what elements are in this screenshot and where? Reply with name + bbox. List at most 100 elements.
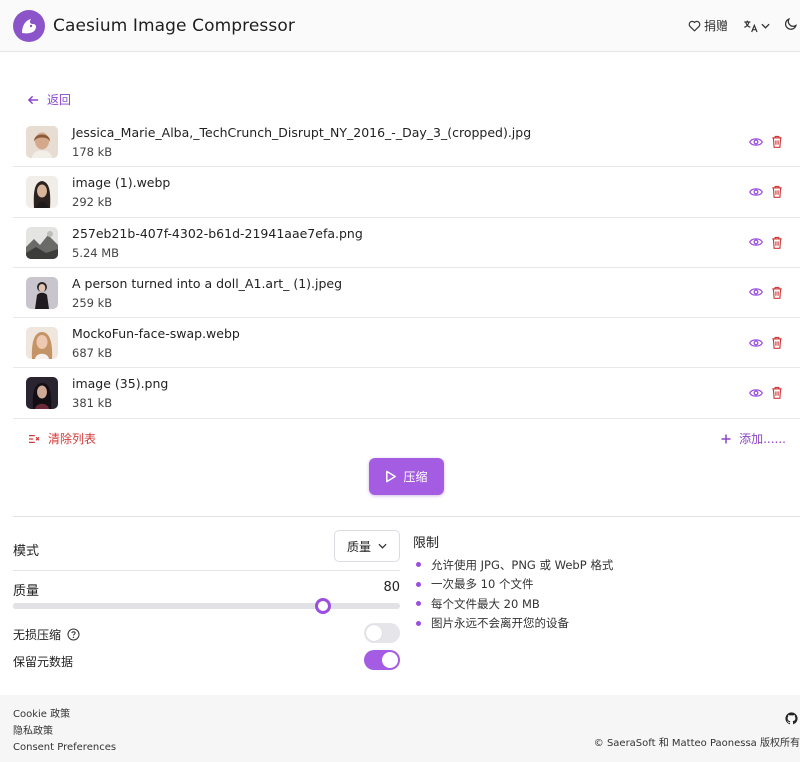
- language-selector[interactable]: [743, 19, 770, 33]
- mode-select[interactable]: 质量: [334, 530, 400, 562]
- file-thumbnail[interactable]: [26, 327, 58, 360]
- limits-item: 每个文件最大 20 MB: [413, 594, 793, 614]
- file-size: 292 kB: [72, 195, 113, 210]
- chevron-down-icon: [761, 23, 770, 29]
- app-logo-icon[interactable]: [13, 10, 45, 42]
- file-actions: [749, 386, 783, 400]
- app-title: Caesium Image Compressor: [53, 16, 295, 36]
- trash-icon[interactable]: [771, 135, 783, 148]
- eye-icon[interactable]: [749, 287, 763, 297]
- file-row: A person turned into a doll_A1.art_ (1).…: [13, 268, 800, 319]
- cookie-policy-link[interactable]: Cookie 政策: [13, 707, 116, 724]
- consent-preferences-link[interactable]: Consent Preferences: [13, 740, 116, 757]
- header-actions: 捐赠: [688, 17, 800, 34]
- file-name: 257eb21b-407f-4302-b61d-21941aae7efa.png: [72, 225, 363, 241]
- heart-icon: [688, 20, 701, 31]
- file-thumbnail[interactable]: [26, 176, 58, 209]
- limits-item-text: 每个文件最大 20 MB: [431, 596, 540, 611]
- keep-metadata-toggle-knob: [382, 652, 398, 668]
- eye-icon[interactable]: [749, 388, 763, 398]
- file-row: image (35).png 381 kB: [13, 368, 800, 419]
- keep-metadata-toggle[interactable]: [364, 650, 400, 670]
- clear-list-button[interactable]: 清除列表: [28, 430, 96, 447]
- theme-toggle[interactable]: [784, 17, 800, 34]
- quality-slider[interactable]: [13, 598, 400, 614]
- compress-button[interactable]: 压缩: [369, 458, 444, 495]
- file-thumbnail[interactable]: [26, 126, 58, 158]
- donate-label: 捐赠: [703, 19, 728, 33]
- settings-separator: [13, 570, 400, 571]
- file-size: 259 kB: [72, 295, 113, 310]
- bullet-icon: [416, 562, 421, 568]
- quality-slider-thumb[interactable]: [314, 598, 331, 614]
- donate-button[interactable]: 捐赠: [688, 17, 728, 34]
- arrow-left-icon: [28, 95, 39, 104]
- privacy-policy-link[interactable]: 隐私政策: [13, 724, 116, 741]
- limits-list: 允许使用 JPG、PNG 或 WebP 格式 一次最多 10 个文件 每个文件最…: [413, 555, 793, 633]
- bullet-icon: [416, 620, 421, 626]
- limits-item: 图片永远不会离开您的设备: [413, 614, 793, 634]
- file-actions: [749, 336, 783, 350]
- eye-icon[interactable]: [749, 137, 763, 147]
- list-actions: 清除列表 添加......: [13, 428, 800, 448]
- limits-panel: 限制 允许使用 JPG、PNG 或 WebP 格式 一次最多 10 个文件 每个…: [413, 532, 793, 633]
- bullet-icon: [416, 581, 421, 587]
- trash-icon[interactable]: [771, 336, 783, 350]
- quality-value: 80: [383, 580, 400, 595]
- compress-label: 压缩: [403, 470, 428, 484]
- file-size: 687 kB: [72, 346, 113, 361]
- mode-label: 模式: [13, 544, 40, 559]
- file-name: image (35).png: [72, 376, 169, 392]
- file-name: Jessica_Marie_Alba,_TechCrunch_Disrupt_N…: [72, 125, 532, 140]
- file-list: Jessica_Marie_Alba,_TechCrunch_Disrupt_N…: [13, 117, 800, 419]
- clear-list-label: 清除列表: [48, 432, 97, 446]
- app-header: Caesium Image Compressor 捐赠: [0, 0, 800, 52]
- eye-icon[interactable]: [749, 187, 763, 197]
- bullet-icon: [416, 601, 421, 607]
- trash-icon[interactable]: [771, 286, 783, 299]
- lossless-toggle[interactable]: [364, 623, 400, 643]
- chevron-down-icon: [378, 543, 387, 549]
- file-actions: [749, 236, 783, 249]
- file-thumbnail[interactable]: [26, 276, 58, 309]
- plus-icon: [721, 434, 731, 443]
- file-actions: [749, 185, 783, 199]
- limits-item-text: 允许使用 JPG、PNG 或 WebP 格式: [431, 557, 614, 572]
- copyright-text: © SaeraSoft 和 Matteo Paonessa 版权所有: [593, 738, 800, 749]
- back-button[interactable]: 返回: [28, 91, 71, 108]
- translate-icon: [744, 20, 758, 32]
- file-row: 257eb21b-407f-4302-b61d-21941aae7efa.png…: [13, 218, 800, 268]
- limits-item: 允许使用 JPG、PNG 或 WebP 格式: [413, 555, 793, 575]
- help-circle-icon[interactable]: [67, 628, 80, 641]
- file-size: 178 kB: [72, 145, 113, 159]
- back-label: 返回: [47, 93, 72, 107]
- play-icon: [386, 470, 397, 483]
- eye-icon[interactable]: [749, 338, 763, 348]
- file-size: 5.24 MB: [72, 245, 120, 260]
- section-divider: [13, 516, 800, 517]
- file-name: image (1).webp: [72, 175, 171, 191]
- file-actions: [749, 135, 783, 148]
- mode-select-value: 质量: [346, 539, 371, 554]
- file-thumbnail[interactable]: [26, 226, 58, 259]
- github-icon[interactable]: [785, 712, 798, 725]
- keep-metadata-label: 保留元数据: [13, 655, 74, 669]
- quality-slider-fill: [13, 603, 323, 609]
- file-name: MockoFun-face-swap.webp: [72, 326, 240, 342]
- limits-item-text: 一次最多 10 个文件: [431, 577, 534, 592]
- limits-title: 限制: [413, 536, 440, 551]
- footer: Cookie 政策 隐私政策 Consent Preferences © Sae…: [0, 695, 800, 762]
- file-actions: [749, 286, 783, 299]
- eye-icon[interactable]: [749, 237, 763, 247]
- add-files-button[interactable]: 添加......: [721, 430, 786, 447]
- lossless-label: 无损压缩: [13, 628, 62, 642]
- trash-icon[interactable]: [771, 185, 783, 199]
- footer-links: Cookie 政策 隐私政策 Consent Preferences: [13, 707, 116, 757]
- trash-icon[interactable]: [771, 236, 783, 249]
- limits-item-text: 图片永远不会离开您的设备: [431, 616, 569, 631]
- file-thumbnail[interactable]: [26, 377, 58, 410]
- limits-item: 一次最多 10 个文件: [413, 575, 793, 595]
- clear-list-icon: [29, 434, 40, 443]
- lossless-toggle-knob: [366, 625, 382, 641]
- trash-icon[interactable]: [771, 386, 783, 400]
